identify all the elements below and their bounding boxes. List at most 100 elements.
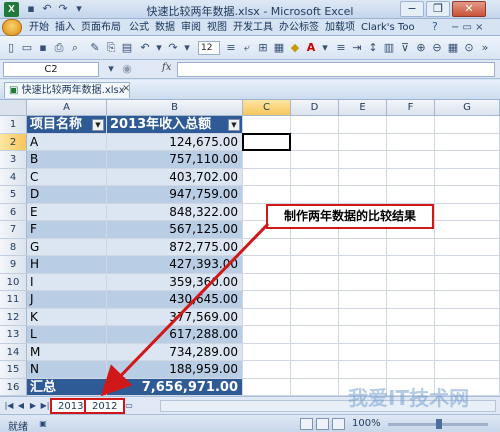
total-value[interactable]: 7,656,971.00 — [107, 378, 243, 396]
open-folder-icon[interactable]: ▭ — [20, 41, 34, 55]
table-cell-value[interactable]: 872,775.00 — [107, 238, 243, 256]
empty-cell[interactable] — [243, 361, 291, 379]
empty-cell[interactable] — [435, 151, 500, 169]
merge-icon[interactable]: ⊞ — [256, 41, 270, 55]
row-header-13[interactable]: 13 — [0, 326, 27, 344]
empty-cell[interactable] — [291, 291, 339, 309]
borders-icon[interactable]: ▦ — [272, 41, 286, 55]
table-cell-name[interactable]: F — [27, 221, 107, 239]
row-header-3[interactable]: 3 — [0, 151, 27, 169]
fill-color-icon[interactable]: ◆ — [288, 41, 302, 55]
table-cell-value[interactable]: 124,675.00 — [107, 133, 243, 151]
font-color-icon[interactable]: A — [304, 41, 318, 55]
empty-cell[interactable] — [435, 238, 500, 256]
empty-cell[interactable] — [291, 133, 339, 151]
select-all-corner[interactable] — [0, 100, 27, 116]
empty-cell[interactable] — [339, 343, 387, 361]
save-icon[interactable]: ▪ — [36, 41, 50, 55]
redo-dropdown-icon[interactable]: ▾ — [180, 41, 194, 55]
empty-cell[interactable] — [387, 116, 435, 134]
row-header-4[interactable]: 4 — [0, 168, 27, 186]
empty-cell[interactable] — [339, 361, 387, 379]
row-header-10[interactable]: 10 — [0, 273, 27, 291]
undo-icon[interactable]: ↶ — [138, 41, 152, 55]
column-header-a[interactable]: A — [27, 100, 107, 116]
table-cell-name[interactable]: B — [27, 151, 107, 169]
delete-icon[interactable]: ⊖ — [430, 41, 444, 55]
align-center-icon[interactable]: ≡ — [224, 41, 238, 55]
empty-cell[interactable] — [387, 343, 435, 361]
page-break-view-icon[interactable] — [332, 418, 345, 430]
copy-icon[interactable]: ⎘ — [104, 41, 118, 55]
empty-cell[interactable] — [387, 168, 435, 186]
empty-cell[interactable] — [435, 203, 500, 221]
tab-home[interactable]: 开始 — [26, 20, 52, 35]
print-preview-icon[interactable]: ⌕ — [68, 41, 82, 55]
row-header-2[interactable]: 2 — [0, 133, 27, 151]
font-color-dropdown-icon[interactable]: ▾ — [318, 41, 332, 55]
row-header-5[interactable]: 5 — [0, 186, 27, 204]
empty-cell[interactable] — [387, 326, 435, 344]
row-header-11[interactable]: 11 — [0, 291, 27, 309]
empty-cell[interactable] — [435, 133, 500, 151]
empty-cell[interactable] — [387, 186, 435, 204]
tab-formulas[interactable]: 公式 — [126, 20, 152, 35]
table-cell-name[interactable]: M — [27, 343, 107, 361]
prev-sheet-icon[interactable]: ◀ — [16, 400, 26, 412]
column-header-e[interactable]: E — [339, 100, 387, 116]
empty-cell[interactable] — [339, 238, 387, 256]
table-cell-value[interactable]: 848,322.00 — [107, 203, 243, 221]
empty-cell[interactable] — [387, 273, 435, 291]
empty-cell[interactable] — [339, 151, 387, 169]
empty-cell[interactable] — [387, 256, 435, 274]
table-cell-value[interactable]: 377,569.00 — [107, 308, 243, 326]
empty-cell[interactable] — [291, 116, 339, 134]
qat-dropdown-icon[interactable]: ▾ — [72, 2, 86, 16]
empty-cell[interactable] — [387, 238, 435, 256]
table-cell-value[interactable]: 567,125.00 — [107, 221, 243, 239]
empty-cell[interactable] — [291, 378, 339, 396]
insert-sheet-icon[interactable]: ▭ — [124, 400, 134, 412]
tab-page-layout[interactable]: 页面布局 — [78, 20, 124, 35]
empty-cell[interactable] — [243, 151, 291, 169]
empty-cell[interactable] — [435, 308, 500, 326]
column-header-b[interactable]: B — [107, 100, 243, 116]
table-cell-value[interactable]: 403,702.00 — [107, 168, 243, 186]
empty-cell[interactable] — [243, 326, 291, 344]
table-header-revenue-2013[interactable]: 2013年收入总额 — [107, 116, 243, 134]
empty-cell[interactable] — [387, 308, 435, 326]
name-box[interactable]: C2 — [3, 62, 99, 77]
empty-cell[interactable] — [291, 238, 339, 256]
empty-cell[interactable] — [243, 308, 291, 326]
font-size-select[interactable]: 12 — [198, 41, 220, 55]
paste-icon[interactable]: ▤ — [120, 41, 134, 55]
row-header-9[interactable]: 9 — [0, 256, 27, 274]
new-file-icon[interactable]: ▯ — [4, 41, 18, 55]
table-cell-value[interactable]: 188,959.00 — [107, 361, 243, 379]
table-cell-value[interactable]: 757,110.00 — [107, 151, 243, 169]
save-icon[interactable]: ▪ — [24, 2, 38, 16]
row-header-16[interactable]: 16 — [0, 378, 27, 396]
empty-cell[interactable] — [339, 116, 387, 134]
empty-cell[interactable] — [339, 256, 387, 274]
wrap-text-icon[interactable]: ⤶ — [240, 41, 254, 55]
empty-cell[interactable] — [435, 326, 500, 344]
table-cell-name[interactable]: G — [27, 238, 107, 256]
print-icon[interactable]: ⎙ — [52, 41, 66, 55]
next-sheet-icon[interactable]: ▶ — [28, 400, 38, 412]
workbook-close-icon[interactable]: × — [122, 83, 130, 94]
empty-cell[interactable] — [339, 186, 387, 204]
macro-record-icon[interactable]: ▣ — [38, 418, 48, 430]
empty-cell[interactable] — [243, 273, 291, 291]
empty-cell[interactable] — [387, 361, 435, 379]
empty-cell[interactable] — [435, 273, 500, 291]
empty-cell[interactable] — [435, 116, 500, 134]
tab-review[interactable]: 审阅 — [178, 20, 204, 35]
total-label[interactable]: 汇总 — [27, 378, 107, 396]
ribbon-minimize-icon[interactable]: − ▭ × — [448, 20, 487, 35]
help-icon[interactable]: ? — [432, 20, 438, 33]
table-cell-name[interactable]: I — [27, 273, 107, 291]
sheet-tab-2012[interactable]: 2012 — [84, 398, 126, 414]
table-cell-name[interactable]: A — [27, 133, 107, 151]
row-header-15[interactable]: 15 — [0, 361, 27, 379]
